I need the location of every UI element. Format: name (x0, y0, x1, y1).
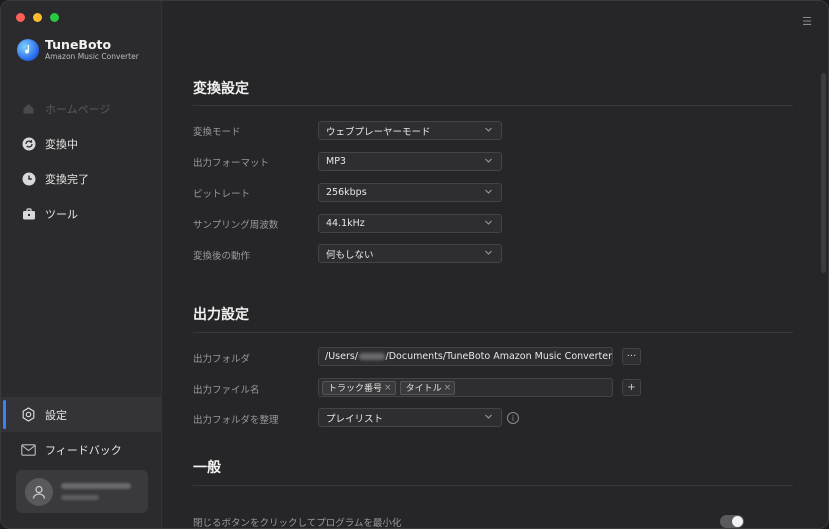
output-format-label: 出力フォーマット (193, 158, 270, 169)
organize-folder-value: プレイリスト (326, 413, 384, 425)
filename-tag-title[interactable]: タイトル × (399, 380, 456, 395)
minimize-window-button[interactable] (33, 13, 42, 22)
sidebar-item-label: 設定 (45, 408, 67, 422)
chevron-down-icon (484, 156, 493, 168)
home-icon (21, 101, 36, 116)
chevron-down-icon (484, 412, 493, 424)
bitrate-select[interactable]: 256kbps (318, 183, 502, 202)
after-convert-label: 変換後の動作 (193, 251, 251, 262)
menu-icon[interactable]: ☰ (802, 15, 812, 28)
output-format-value: MP3 (326, 156, 346, 167)
after-convert-value: 何もしない (326, 249, 374, 261)
app-logo-icon (17, 39, 39, 61)
sidebar-item-home[interactable]: ホームページ (1, 91, 161, 126)
account-info-redacted (61, 483, 131, 500)
redacted-username (359, 353, 385, 360)
more-icon: ··· (626, 351, 637, 362)
minimize-on-close-label: 閉じるボタンをクリックしてプログラムを最小化 (193, 518, 402, 529)
chevron-down-icon (484, 125, 493, 137)
zoom-window-button[interactable] (50, 13, 59, 22)
general-title: 一般 (193, 460, 221, 476)
plus-icon: + (627, 382, 636, 393)
avatar (25, 477, 53, 506)
close-window-button[interactable] (16, 13, 25, 22)
user-icon (32, 485, 46, 499)
organize-folder-label: 出力フォルダを整理 (193, 415, 279, 426)
add-tag-button[interactable]: + (622, 379, 641, 396)
sidebar-item-completed[interactable]: 変換完了 (1, 161, 161, 196)
output-folder-suffix: /Documents/TuneBoto Amazon Music Convert… (385, 351, 612, 362)
mail-icon (21, 442, 36, 457)
divider (193, 485, 793, 486)
sample-rate-select[interactable]: 44.1kHz (318, 214, 502, 233)
sidebar-item-label: 変換中 (45, 137, 78, 151)
sidebar-item-converting[interactable]: 変換中 (1, 126, 161, 161)
remove-tag-icon[interactable]: × (444, 383, 452, 393)
bitrate-value: 256kbps (326, 187, 367, 198)
sidebar-nav: ホームページ 変換中 変換完了 ツール (1, 91, 161, 231)
clock-icon (21, 171, 36, 186)
convert-mode-value: ウェブプレーヤーモード (326, 126, 431, 138)
sidebar-item-label: フィードバック (45, 443, 122, 457)
output-folder-prefix: /Users/ (325, 351, 359, 362)
divider (193, 105, 793, 106)
filename-tag-track-number[interactable]: トラック番号 × (322, 380, 396, 395)
app-window: TuneBoto Amazon Music Converter ホームページ 変… (0, 0, 829, 529)
sidebar: TuneBoto Amazon Music Converter ホームページ 変… (1, 1, 162, 528)
output-format-select[interactable]: MP3 (318, 152, 502, 171)
sample-rate-label: サンプリング周波数 (193, 220, 279, 231)
toolbox-icon (21, 206, 36, 221)
sidebar-item-label: ツール (45, 207, 78, 221)
settings-panel: ☰ 変換設定 変換モード ウェブプレーヤーモード 出力フォーマット MP3 ビッ… (163, 1, 828, 529)
remove-tag-icon[interactable]: × (384, 383, 392, 393)
app-subtitle: Amazon Music Converter (45, 52, 139, 61)
output-folder-label: 出力フォルダ (193, 354, 251, 365)
sidebar-item-feedback[interactable]: フィードバック (1, 432, 161, 467)
scrollbar[interactable] (821, 73, 826, 273)
divider (193, 332, 793, 333)
convert-mode-select[interactable]: ウェブプレーヤーモード (318, 121, 502, 140)
chevron-down-icon (484, 218, 493, 230)
sidebar-item-label: 変換完了 (45, 172, 89, 186)
chevron-down-icon (484, 248, 493, 260)
sidebar-item-label: ホームページ (45, 102, 111, 116)
output-folder-field[interactable]: /Users/ /Documents/TuneBoto Amazon Music … (318, 347, 613, 366)
converting-icon (21, 136, 36, 151)
sidebar-bottom-nav: 設定 フィードバック (1, 397, 161, 467)
sample-rate-value: 44.1kHz (326, 218, 365, 229)
minimize-on-close-toggle[interactable] (720, 515, 744, 528)
sidebar-item-settings[interactable]: 設定 (1, 397, 161, 432)
chevron-down-icon (484, 187, 493, 199)
output-settings-title: 出力設定 (193, 307, 249, 323)
browse-folder-button[interactable]: ··· (622, 348, 641, 365)
info-icon[interactable]: i (507, 412, 519, 424)
convert-mode-label: 変換モード (193, 127, 241, 138)
brand: TuneBoto Amazon Music Converter (17, 38, 139, 62)
app-name: TuneBoto (45, 37, 112, 52)
window-controls (16, 13, 59, 22)
gear-icon (21, 407, 36, 422)
sidebar-item-tools[interactable]: ツール (1, 196, 161, 231)
after-convert-select[interactable]: 何もしない (318, 244, 502, 263)
toggle-knob (732, 516, 743, 527)
convert-settings-title: 変換設定 (193, 81, 249, 97)
bitrate-label: ビットレート (193, 189, 251, 200)
account-card[interactable] (16, 470, 148, 513)
output-filename-label: 出力ファイル名 (193, 385, 260, 396)
output-filename-field[interactable]: トラック番号 × タイトル × (318, 378, 613, 397)
organize-folder-select[interactable]: プレイリスト (318, 408, 502, 427)
